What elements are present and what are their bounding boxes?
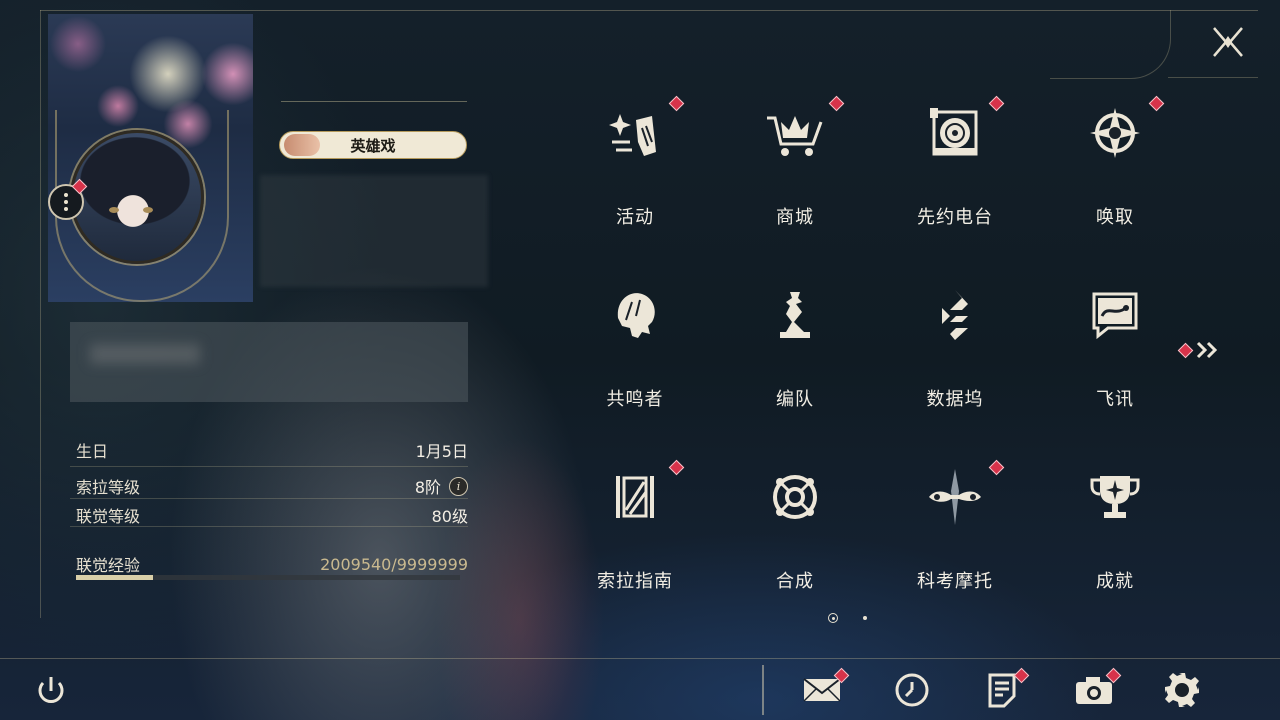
menu-item-label: 活动 (616, 207, 654, 228)
camera-icon (1076, 677, 1112, 704)
frame-corner (1050, 10, 1171, 79)
menu-item-label: 科考摩托 (917, 571, 993, 592)
power-icon (38, 677, 64, 703)
stat-separator (70, 498, 468, 499)
menu-item-label: 索拉指南 (597, 571, 673, 592)
close-button[interactable] (1208, 22, 1248, 62)
menu-item-motorbike[interactable]: 科考摩托 (880, 459, 1030, 619)
menu-item-label: 唤取 (1096, 207, 1134, 228)
title-portrait (284, 134, 320, 156)
clock-icon (895, 673, 929, 707)
notes-button[interactable] (980, 667, 1030, 712)
menu-item-synthesis[interactable]: 合成 (720, 459, 870, 619)
data-bank-icon (925, 285, 985, 345)
frame-left-line (40, 10, 41, 618)
settings-gear-icon (1165, 673, 1199, 707)
motorbike-icon (925, 467, 985, 527)
notification-badge (1148, 95, 1165, 112)
blurred-name-area (260, 175, 488, 287)
close-icon (1213, 27, 1243, 57)
mail-button[interactable] (800, 667, 850, 712)
menu-item-label: 合成 (776, 571, 814, 592)
stat-birthday: 生日 1月5日 (76, 438, 468, 462)
page-dot-active[interactable] (828, 613, 838, 623)
menu-item-messenger[interactable]: 飞讯 (1040, 277, 1190, 437)
stat-value: 8阶 (414, 478, 441, 497)
stat-value: 2009540/9999999 (320, 554, 468, 574)
next-page-button[interactable] (1177, 340, 1221, 360)
shop-crown-cart-icon (765, 103, 825, 163)
menu-item-label: 飞讯 (1096, 389, 1134, 410)
menu-item-team[interactable]: 编队 (720, 277, 870, 437)
guidebook-icon (605, 467, 665, 527)
stat-value: 80级 (431, 507, 468, 526)
exp-progress-bar (76, 575, 460, 580)
synthesis-ring-icon (765, 467, 825, 527)
menu-item-label: 共鸣者 (606, 389, 664, 410)
menu-item-radio[interactable]: 先约电台 (880, 95, 1030, 255)
event-icon (605, 103, 665, 163)
convene-compass-icon (1085, 103, 1145, 163)
stat-label: 联觉等级 (76, 507, 141, 526)
page-indicator (828, 613, 867, 623)
stat-label: 索拉等级 (76, 478, 141, 497)
bottom-vertical-divider (762, 665, 764, 715)
menu-item-shop[interactable]: 商城 (720, 95, 870, 255)
frame-line (1168, 77, 1258, 78)
stat-separator (70, 466, 468, 467)
resonator-head-icon (605, 285, 665, 345)
messenger-chat-icon (1085, 285, 1145, 345)
avatar[interactable] (70, 130, 204, 264)
notification-badge (1177, 342, 1194, 358)
page-dot[interactable] (863, 616, 867, 620)
time-button[interactable] (890, 668, 934, 712)
menu-item-data-bank[interactable]: 数据坞 (880, 277, 1030, 437)
exp-progress-fill (76, 575, 154, 580)
menu-item-label: 编队 (776, 389, 814, 410)
stat-value: 1月5日 (415, 442, 468, 461)
menu-item-resonators[interactable]: 共鸣者 (560, 277, 710, 437)
trophy-icon (1085, 467, 1145, 527)
notification-badge (988, 459, 1005, 476)
notification-badge (668, 459, 685, 476)
stat-sola-level: 索拉等级 8阶 i (76, 474, 468, 498)
menu-item-label: 商城 (776, 207, 814, 228)
notification-badge (988, 95, 1005, 112)
title-badge[interactable]: 英雄戏 (279, 131, 467, 159)
notes-icon (988, 673, 1016, 708)
title-badge-label: 英雄戏 (350, 136, 396, 155)
menu-item-label: 成就 (1096, 571, 1134, 592)
double-chevron-right-icon (1196, 341, 1218, 359)
stat-union-level: 联觉等级 80级 (76, 503, 468, 527)
mail-icon (803, 678, 841, 702)
stat-label: 生日 (76, 442, 109, 461)
radio-vinyl-icon (925, 103, 985, 163)
stat-value-group: 8阶 i (415, 474, 468, 498)
menu-item-label: 先约电台 (917, 207, 993, 228)
team-chess-icon (765, 285, 825, 345)
notification-badge (828, 95, 845, 112)
bottom-divider-line (0, 658, 1280, 659)
camera-button[interactable] (1072, 667, 1122, 712)
menu-item-convene[interactable]: 唤取 (1040, 95, 1190, 255)
power-button[interactable] (34, 674, 68, 708)
notification-badge (668, 95, 685, 112)
menu-item-label: 数据坞 (926, 389, 984, 410)
stat-separator (70, 526, 468, 527)
blurred-signature-area[interactable] (70, 322, 468, 402)
menu-item-achievements[interactable]: 成就 (1040, 459, 1190, 619)
settings-button[interactable] (1160, 668, 1204, 712)
info-icon[interactable]: i (449, 476, 468, 496)
menu-item-events[interactable]: 活动 (560, 95, 710, 255)
stat-union-exp: 联觉经验 2009540/9999999 (76, 552, 468, 576)
stat-label: 联觉经验 (76, 556, 141, 575)
menu-item-guidebook[interactable]: 索拉指南 (560, 459, 710, 619)
name-divider (281, 101, 467, 102)
